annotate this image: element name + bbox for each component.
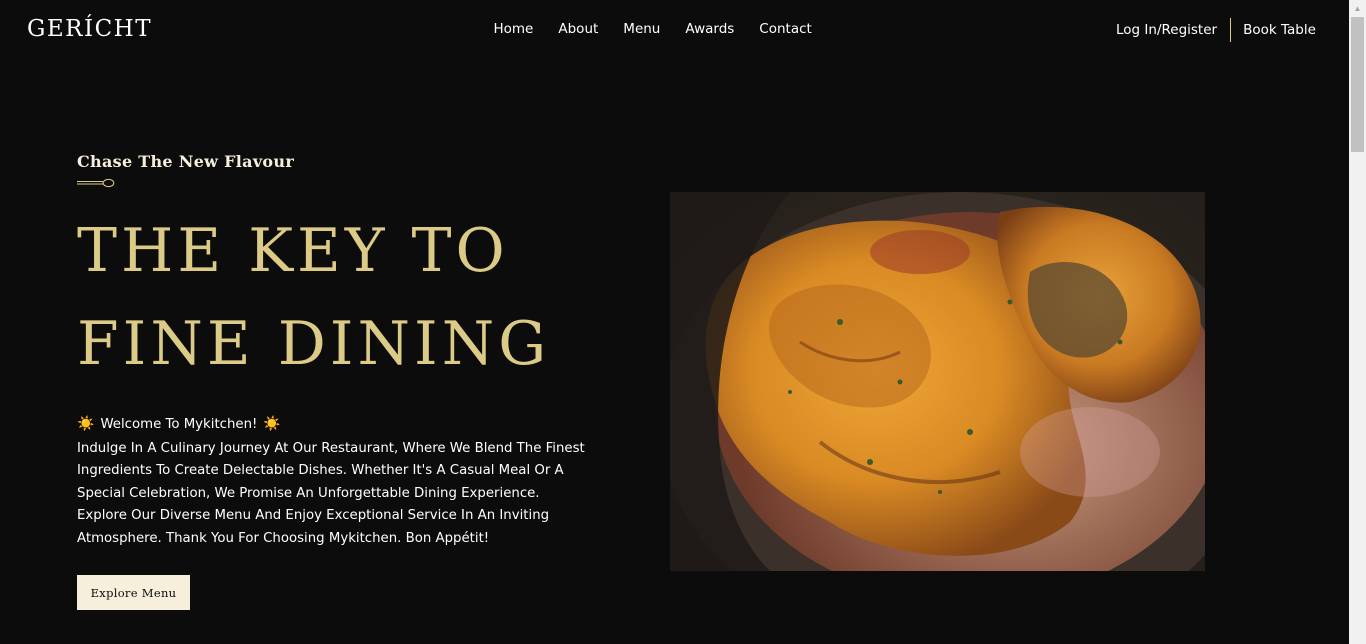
book-table-link[interactable]: Book Table: [1231, 22, 1316, 38]
scroll-up-arrow-icon[interactable]: ▲: [1349, 0, 1366, 17]
nav-actions: Log In/Register Book Table: [1116, 18, 1316, 42]
explore-menu-button[interactable]: Explore Menu: [77, 575, 190, 610]
nav-link-menu[interactable]: Menu: [611, 21, 673, 37]
hero-headline-line1: THE KEY TO: [77, 216, 509, 286]
sun-emoji-icon: ☀️: [263, 416, 281, 432]
welcome-line: ☀️ Welcome To Mykitchen! ☀️: [77, 416, 281, 432]
nav-link-awards[interactable]: Awards: [673, 21, 747, 37]
hero-subtitle: Chase The New Flavour: [77, 152, 295, 171]
nav-links: Home About Menu Awards Contact: [481, 21, 824, 37]
dish-illustration: [670, 192, 1205, 571]
welcome-text: Welcome To Mykitchen!: [100, 416, 258, 432]
hero-headline: THE KEY TO FINE DINING: [77, 205, 550, 391]
scrollbar-thumb[interactable]: [1351, 17, 1364, 152]
site-logo[interactable]: GERÍCHT: [27, 16, 152, 42]
vertical-scrollbar[interactable]: ▲: [1349, 0, 1366, 644]
spoon-divider-icon: [77, 178, 115, 188]
sun-emoji-icon: ☀️: [77, 416, 95, 432]
login-register-link[interactable]: Log In/Register: [1116, 22, 1230, 38]
nav-link-home[interactable]: Home: [481, 21, 546, 37]
hero-description: Indulge In A Culinary Journey At Our Res…: [77, 441, 585, 546]
nav-link-contact[interactable]: Contact: [747, 21, 825, 37]
nav-link-about[interactable]: About: [546, 21, 611, 37]
hero-dish-image: [670, 192, 1205, 571]
hero-headline-line2: FINE DINING: [77, 309, 551, 379]
page: GERÍCHT Home About Menu Awards Contact L…: [0, 0, 1349, 644]
